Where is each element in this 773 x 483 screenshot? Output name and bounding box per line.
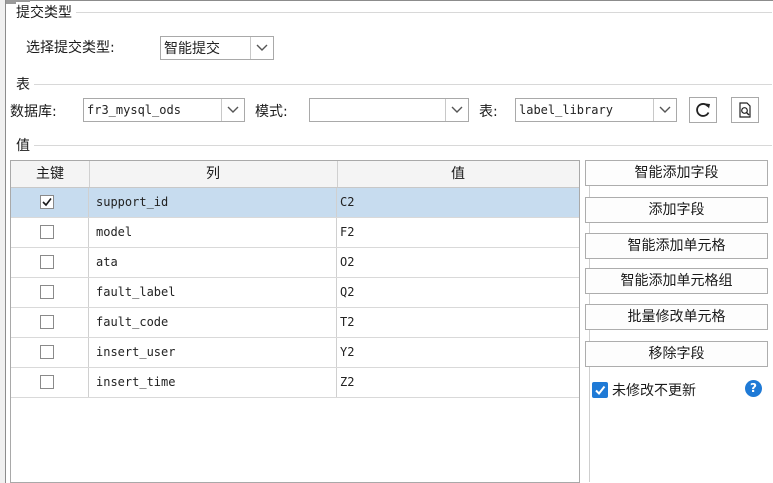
no-update-unmodified-label: 未修改不更新 xyxy=(612,383,696,399)
smart-add-field-button[interactable]: 智能添加字段 xyxy=(585,160,768,186)
primary-key-checkbox[interactable] xyxy=(40,255,54,269)
column-cell[interactable]: insert_time xyxy=(89,368,337,397)
values-section-title: 值 xyxy=(16,135,34,155)
column-cell[interactable]: fault_code xyxy=(89,308,337,337)
key-cell[interactable] xyxy=(11,338,89,367)
submit-type-label: 选择提交类型: xyxy=(26,40,115,56)
column-cell[interactable]: model xyxy=(89,218,337,247)
primary-key-checkbox[interactable] xyxy=(40,375,54,389)
submit-type-selected: 智能提交 xyxy=(164,41,220,57)
window-top-border xyxy=(0,0,773,1)
value-cell[interactable]: Q2 xyxy=(337,278,585,307)
add-field-button[interactable]: 添加字段 xyxy=(585,197,768,223)
database-label: 数据库: xyxy=(10,104,57,120)
preview-button[interactable] xyxy=(731,97,759,123)
value-cell[interactable]: C2 xyxy=(337,188,585,217)
key-cell[interactable] xyxy=(11,368,89,397)
mode-dropdown[interactable] xyxy=(309,98,469,122)
key-cell[interactable] xyxy=(11,278,89,307)
primary-key-checkbox[interactable] xyxy=(40,315,54,329)
table-row[interactable]: ata O2 xyxy=(11,248,579,278)
field-mapping-table[interactable]: 主键 列 值 support_id C2 model F2 ata O2 fault_lab… xyxy=(10,160,590,483)
value-cell[interactable]: O2 xyxy=(337,248,585,277)
batch-edit-cells-button[interactable]: 批量修改单元格 xyxy=(585,304,768,330)
table-row[interactable]: insert_time Z2 xyxy=(11,368,579,398)
value-cell[interactable]: Y2 xyxy=(337,338,585,367)
submit-type-section-title: 提交类型 xyxy=(16,2,76,22)
checkmark-icon xyxy=(42,198,52,207)
header-value[interactable]: 值 xyxy=(337,161,579,187)
chevron-down-icon[interactable] xyxy=(250,37,273,59)
refresh-icon xyxy=(696,103,710,117)
checkmark-icon xyxy=(595,385,606,396)
database-dropdown[interactable]: fr3_mysql_ods xyxy=(83,98,245,122)
key-cell[interactable] xyxy=(11,218,89,247)
help-icon[interactable]: ? xyxy=(745,380,762,397)
remove-field-button[interactable]: 移除字段 xyxy=(585,341,768,367)
table-header: 主键 列 值 xyxy=(11,161,579,188)
primary-key-checkbox[interactable] xyxy=(40,345,54,359)
column-cell[interactable]: ata xyxy=(89,248,337,277)
chevron-down-icon[interactable] xyxy=(221,99,244,121)
chevron-down-icon[interactable] xyxy=(653,99,676,121)
no-update-unmodified-option[interactable]: 未修改不更新 xyxy=(592,380,696,400)
primary-key-checkbox[interactable] xyxy=(40,225,54,239)
smart-add-cell-group-button[interactable]: 智能添加单元格组 xyxy=(585,268,768,294)
table-section-divider xyxy=(22,84,772,85)
table-row[interactable]: support_id C2 xyxy=(11,188,579,218)
submit-type-dropdown[interactable]: 智能提交 xyxy=(160,36,274,60)
preview-search-icon xyxy=(739,102,751,118)
column-cell[interactable]: support_id xyxy=(89,188,337,217)
refresh-button[interactable] xyxy=(689,97,717,123)
value-cell[interactable]: F2 xyxy=(337,218,585,247)
table-row[interactable]: fault_code T2 xyxy=(11,308,579,338)
table-row[interactable]: model F2 xyxy=(11,218,579,248)
header-column[interactable]: 列 xyxy=(89,161,338,187)
value-cell[interactable]: T2 xyxy=(337,308,585,337)
table-row[interactable]: insert_user Y2 xyxy=(11,338,579,368)
key-cell[interactable] xyxy=(11,188,89,217)
smart-add-cell-button[interactable]: 智能添加单元格 xyxy=(585,233,768,259)
no-update-unmodified-checkbox[interactable] xyxy=(592,382,608,398)
primary-key-checkbox[interactable] xyxy=(40,195,54,209)
table-dropdown[interactable]: label_library xyxy=(515,98,677,122)
column-cell[interactable]: insert_user xyxy=(89,338,337,367)
table-section-title: 表 xyxy=(16,74,34,94)
table-selected: label_library xyxy=(519,103,613,117)
primary-key-checkbox[interactable] xyxy=(40,285,54,299)
submit-type-divider xyxy=(22,12,772,13)
values-section-divider xyxy=(22,145,772,146)
mode-label: 模式: xyxy=(255,104,288,120)
left-panel-edge xyxy=(0,0,6,483)
table-label: 表: xyxy=(479,104,498,120)
value-cell[interactable]: Z2 xyxy=(337,368,585,397)
chevron-down-icon[interactable] xyxy=(445,99,468,121)
column-cell[interactable]: fault_label xyxy=(89,278,337,307)
key-cell[interactable] xyxy=(11,248,89,277)
header-key[interactable]: 主键 xyxy=(11,161,90,187)
table-row[interactable]: fault_label Q2 xyxy=(11,278,579,308)
key-cell[interactable] xyxy=(11,308,89,337)
database-selected: fr3_mysql_ods xyxy=(87,103,181,117)
